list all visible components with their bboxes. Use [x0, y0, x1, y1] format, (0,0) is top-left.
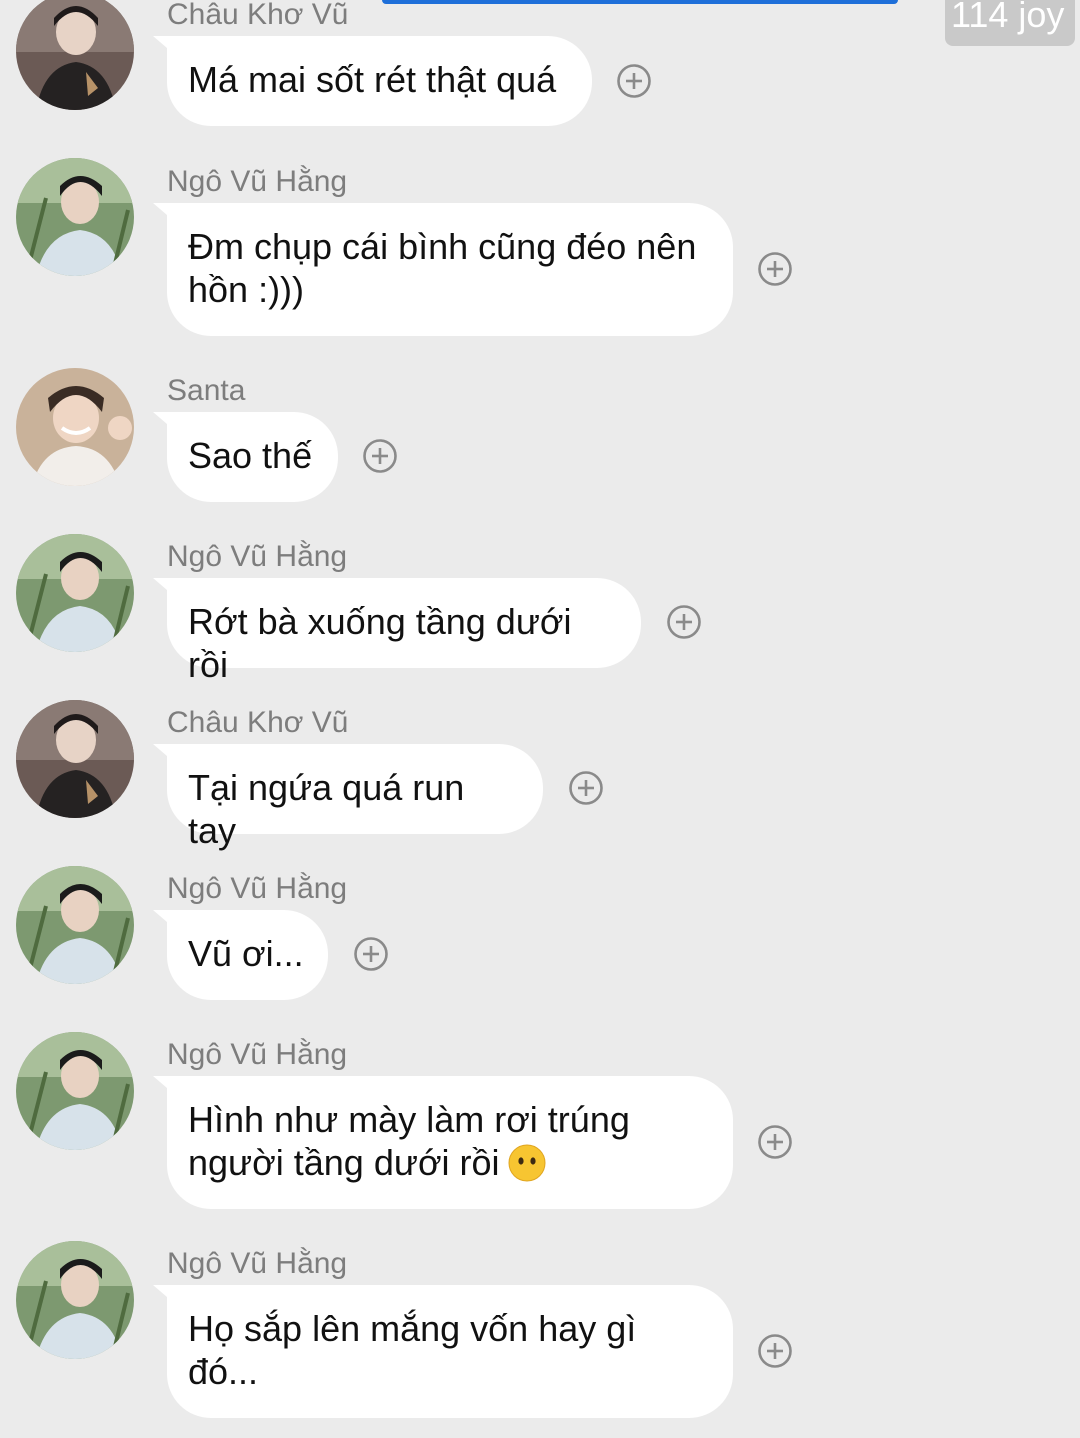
avatar[interactable]: [16, 1241, 134, 1359]
message-text: Rớt bà xuống tầng dưới rồi: [188, 601, 572, 685]
message-text: Vũ ơi...: [188, 933, 304, 974]
add-reaction-icon[interactable]: [353, 936, 389, 972]
add-reaction-icon[interactable]: [666, 604, 702, 640]
top-accent-bar: [382, 0, 898, 4]
sender-name: Santa: [167, 374, 246, 407]
add-reaction-icon[interactable]: [757, 251, 793, 287]
add-reaction-icon[interactable]: [568, 770, 604, 806]
avatar[interactable]: [16, 534, 134, 652]
message-bubble[interactable]: Má mai sốt rét thật quá: [167, 36, 592, 126]
message-text: Tại ngứa quá run tay: [188, 767, 465, 851]
message-bubble[interactable]: Hình như mày làm rơi trúng người tầng dư…: [167, 1076, 733, 1209]
timestamp-badge: 114 joy: [945, 0, 1075, 46]
avatar-hang-image: [16, 534, 134, 652]
avatar[interactable]: [16, 0, 134, 110]
message-bubble[interactable]: Rớt bà xuống tầng dưới rồi: [167, 578, 641, 685]
avatar[interactable]: [16, 1032, 134, 1150]
add-reaction-icon[interactable]: [757, 1333, 793, 1369]
message-text: Sao thế: [188, 435, 313, 476]
message-bubble[interactable]: Họ sắp lên mắng vốn hay gì đó...: [167, 1285, 733, 1418]
message-text: Đm chụp cái bình cũng đéo nên hồn :))): [188, 226, 697, 310]
message-text: Họ sắp lên mắng vốn hay gì đó...: [188, 1308, 637, 1392]
add-reaction-icon[interactable]: [616, 63, 652, 99]
sender-name: Ngô Vũ Hằng: [167, 1247, 348, 1280]
timestamp-text: 114 joy: [951, 0, 1065, 35]
message-bubble[interactable]: Vũ ơi...: [167, 910, 328, 1000]
sender-name: Ngô Vũ Hằng: [167, 540, 348, 573]
chat-thread: 114 joy Châu Khơ Vũ Má mai sốt rét thật …: [0, 0, 1080, 1438]
add-reaction-icon[interactable]: [362, 438, 398, 474]
avatar-hang-image: [16, 1032, 134, 1150]
avatar[interactable]: [16, 866, 134, 984]
avatar[interactable]: [16, 700, 134, 818]
avatar-santa-image: [16, 368, 134, 486]
sender-name: Ngô Vũ Hằng: [167, 165, 348, 198]
message-bubble[interactable]: Đm chụp cái bình cũng đéo nên hồn :))): [167, 203, 733, 336]
sender-name: Ngô Vũ Hằng: [167, 872, 348, 905]
avatar-chau-image: [16, 700, 134, 818]
sender-name: Châu Khơ Vũ: [167, 0, 349, 31]
avatar-chau-image: [16, 0, 134, 110]
avatar[interactable]: [16, 368, 134, 486]
avatar-hang-image: [16, 1241, 134, 1359]
sender-name: Ngô Vũ Hằng: [167, 1038, 348, 1071]
message-text: Hình như mày làm rơi trúng người tầng dư…: [188, 1099, 630, 1183]
message-bubble[interactable]: Tại ngứa quá run tay: [167, 744, 543, 851]
avatar[interactable]: [16, 158, 134, 276]
sender-name: Châu Khơ Vũ: [167, 706, 349, 739]
message-bubble[interactable]: Sao thế: [167, 412, 338, 502]
message-text: Má mai sốt rét thật quá: [188, 59, 557, 100]
neutral-face-emoji: [508, 1144, 546, 1182]
avatar-hang-image: [16, 866, 134, 984]
add-reaction-icon[interactable]: [757, 1124, 793, 1160]
avatar-hang-image: [16, 158, 134, 276]
